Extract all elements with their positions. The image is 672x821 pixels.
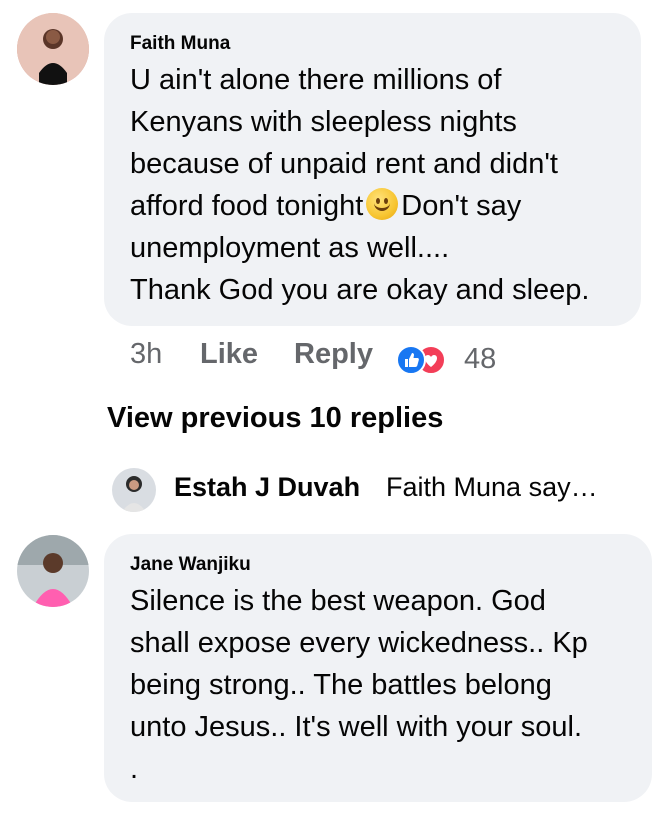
avatar-jane-wanjiku[interactable] <box>17 535 89 607</box>
comment-line: shall expose every wickedness.. Kp <box>130 627 588 659</box>
comment-line: Thank God you are okay and sleep. <box>130 274 590 306</box>
profile-photo-icon <box>17 13 89 85</box>
comment-text: U ain't alone there millions of Kenyans … <box>130 59 589 311</box>
comment-line-segment: Don't say <box>401 190 522 222</box>
comment-line: Silence is the best weapon. God <box>130 585 546 617</box>
avatar-faith-muna[interactable] <box>17 13 89 85</box>
comment-line: unto Jesus.. It's well with your soul. <box>130 711 583 743</box>
comment-line: because of unpaid rent and didn't <box>130 148 558 180</box>
comment-line: afford food tonight Don't say <box>130 185 589 227</box>
comment-line-segment: afford food tonight <box>130 190 364 222</box>
like-button[interactable]: Like <box>200 338 258 371</box>
comment-line: being strong.. The battles belong <box>130 669 552 701</box>
comment-line: U ain't alone there millions of <box>130 64 502 96</box>
comment-author[interactable]: Jane Wanjiku <box>130 554 251 576</box>
comment-line: . <box>130 753 139 785</box>
comment-line: Kenyans with sleepless nights <box>130 106 517 138</box>
view-previous-replies-link[interactable]: View previous 10 replies <box>107 402 443 435</box>
reply-button[interactable]: Reply <box>294 338 373 371</box>
reaction-summary[interactable] <box>396 345 456 375</box>
comment-line: unemployment as well.... <box>130 232 450 264</box>
reply-preview-snippet: Faith Muna say… <box>386 472 598 502</box>
reaction-count[interactable]: 48 <box>464 338 496 380</box>
comment-timestamp[interactable]: 3h <box>130 338 162 371</box>
like-icon <box>396 345 426 375</box>
comment-text: Silence is the best weapon. God shall ex… <box>130 580 588 790</box>
avatar-estah-j-duvah <box>112 468 156 512</box>
comment-author[interactable]: Faith Muna <box>130 33 230 55</box>
smiling-face-icon <box>366 188 399 220</box>
profile-photo-icon <box>17 535 89 607</box>
reply-preview-author: Estah J Duvah <box>174 472 361 502</box>
